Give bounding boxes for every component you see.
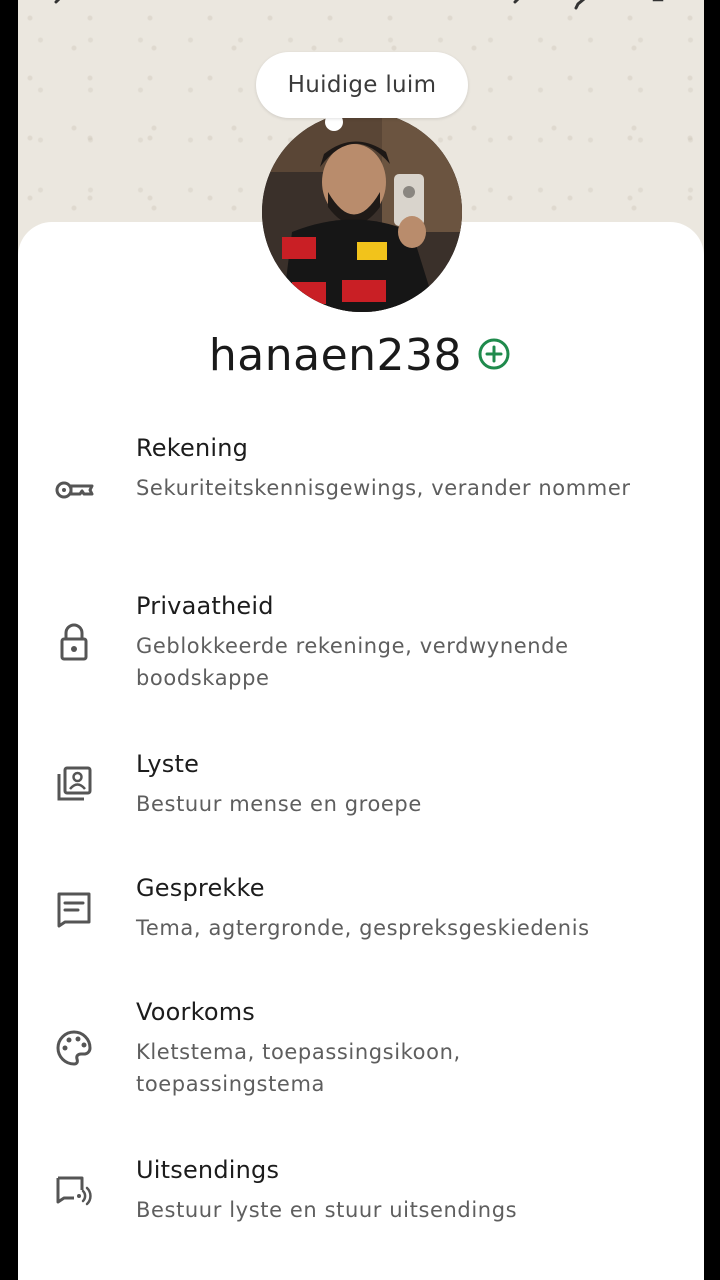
settings-item-subtitle: Bestuur mense en groepe xyxy=(136,792,422,816)
share-icon[interactable] xyxy=(505,0,533,12)
settings-item-title: Uitsendings xyxy=(136,1156,280,1184)
settings-item-lists[interactable]: Lyste Bestuur mense en groepe xyxy=(40,750,680,830)
settings-item-subtitle: Geblokkeerde rekeninge, verdwynende bood… xyxy=(136,634,569,690)
settings-item-privacy[interactable]: Privaatheid Geblokkeerde rekeninge, verd… xyxy=(40,592,680,702)
lock-icon xyxy=(60,623,88,661)
broadcast-icon xyxy=(56,1176,92,1206)
settings-screen: Huidige luim hanaen238 Rekening Sekurite… xyxy=(0,0,720,1280)
edit-icon[interactable] xyxy=(570,0,598,12)
username: hanaen238 xyxy=(208,330,463,381)
settings-item-title: Voorkoms xyxy=(136,998,255,1026)
settings-item-broadcasts[interactable]: Uitsendings Bestuur lyste en stuur uitse… xyxy=(40,1156,680,1236)
chat-icon xyxy=(57,892,91,928)
profile-avatar[interactable] xyxy=(262,112,462,312)
add-circle-icon[interactable] xyxy=(477,337,511,371)
settings-item-subtitle: Sekuriteitskennisgewings, verander nomme… xyxy=(136,476,631,500)
settings-item-subtitle: Kletstema, toepassingsikoon, toepassings… xyxy=(136,1040,461,1096)
back-arrow-icon[interactable] xyxy=(50,0,78,12)
contact-list-icon xyxy=(57,766,92,801)
settings-item-title: Gesprekke xyxy=(136,874,265,902)
settings-item-chats[interactable]: Gesprekke Tema, agtergronde, gespreksges… xyxy=(40,874,680,954)
settings-item-title: Lyste xyxy=(136,750,200,778)
qr-code-icon[interactable] xyxy=(652,0,680,12)
settings-item-appearance[interactable]: Voorkoms Kletstema, toepassingsikoon, to… xyxy=(40,998,680,1108)
settings-item-title: Rekening xyxy=(136,434,249,462)
settings-item-subtitle: Tema, agtergronde, gespreksgeskiedenis xyxy=(136,916,590,940)
current-mood-bubble[interactable]: Huidige luim xyxy=(256,52,468,118)
key-icon xyxy=(55,481,94,499)
palette-icon xyxy=(56,1030,92,1066)
settings-item-subtitle: Bestuur lyste en stuur uitsendings xyxy=(136,1198,518,1222)
username-row: hanaen238 xyxy=(0,330,720,390)
settings-item-title: Privaatheid xyxy=(136,592,274,620)
settings-item-account[interactable]: Rekening Sekuriteitskennisgewings, veran… xyxy=(40,434,680,544)
